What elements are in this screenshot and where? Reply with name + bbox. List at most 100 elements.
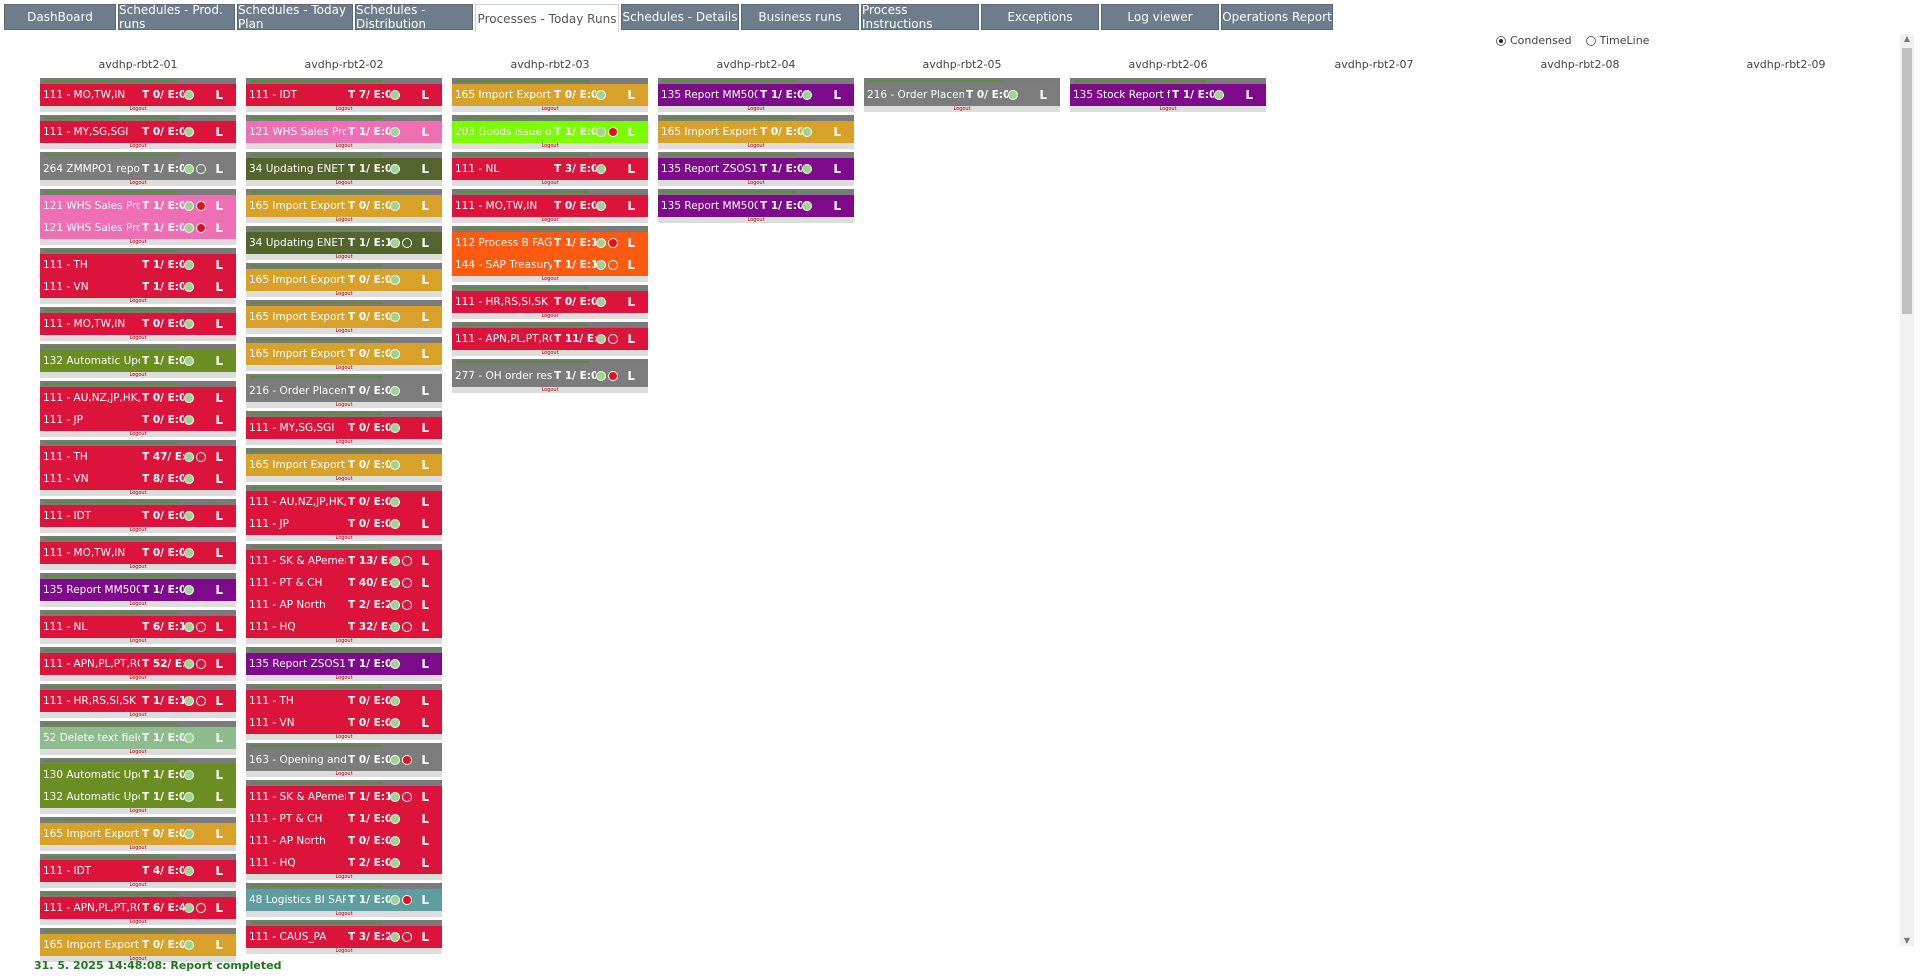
status-ok-icon[interactable] [390,895,400,905]
logout-link[interactable]: Logout [246,328,442,334]
log-button[interactable]: L [421,620,429,634]
scrollbar-thumb[interactable] [1902,48,1912,314]
log-button[interactable]: L [421,384,429,398]
logout-link[interactable]: Logout [246,439,442,445]
log-button[interactable]: L [627,162,635,176]
process-run-row[interactable]: 111 - AP North T 2/ E:2 L [246,594,442,616]
status-ok-icon[interactable] [390,238,400,248]
logout-link[interactable]: Logout [40,882,236,888]
process-run-row[interactable]: 111 - NL T 3/ E:0 L [452,158,648,180]
logout-link[interactable]: Logout [452,106,648,112]
log-button[interactable]: L [421,598,429,612]
log-button[interactable]: L [421,421,429,435]
process-run-row[interactable]: 34 Updating ENET T 1/ E:0 L [246,158,442,180]
status-error-icon[interactable] [608,127,618,137]
logout-link[interactable]: Logout [246,291,442,297]
status-warning-icon[interactable] [402,792,412,802]
status-ok-icon[interactable] [184,415,194,425]
process-run-row[interactable]: 111 - VN T 8/ E:0 L [40,468,236,490]
status-warning-icon[interactable] [196,696,206,706]
status-ok-icon[interactable] [1008,90,1018,100]
log-button[interactable]: L [421,716,429,730]
process-run-row[interactable]: 165 Import Export T 0/ E:0 L [246,306,442,328]
status-warning-icon[interactable] [196,622,206,632]
logout-link[interactable]: Logout [246,365,442,371]
status-ok-icon[interactable] [184,622,194,632]
logout-link[interactable]: Logout [246,402,442,408]
log-button[interactable]: L [215,790,223,804]
logout-link[interactable]: Logout [246,771,442,777]
status-ok-icon[interactable] [390,349,400,359]
process-run-row[interactable]: 111 - IDT T 4/ E:0 L [40,860,236,882]
process-run-row[interactable]: 163 - Opening and T 0/ E:0 L [246,749,442,771]
log-button[interactable]: L [833,199,841,213]
process-run-row[interactable]: 165 Import Export T 0/ E:0 L [246,269,442,291]
process-run-row[interactable]: 111 - AU,NZ,JP,HK,SGT 0/ E:0 L [246,491,442,513]
process-run-row[interactable]: 111 - HR,RS,SI,SK T 0/ E:0 L [452,291,648,313]
status-ok-icon[interactable] [390,622,400,632]
logout-link[interactable]: Logout [40,335,236,341]
log-button[interactable]: L [421,576,429,590]
logout-link[interactable]: Logout [40,527,236,533]
logout-link[interactable]: Logout [40,298,236,304]
status-ok-icon[interactable] [390,312,400,322]
logout-link[interactable]: Logout [246,254,442,260]
process-run-row[interactable]: 132 Automatic UpdateT 1/ E:0 L [40,786,236,808]
process-run-row[interactable]: 264 ZMMPO1 report T 1/ E:0 L [40,158,236,180]
logout-link[interactable]: Logout [246,638,442,644]
tab-schedules-distribution[interactable]: Schedules - Distribution [355,3,473,31]
process-run-row[interactable]: 203 Goods issue of T 1/ E:0 L [452,121,648,143]
status-ok-icon[interactable] [802,164,812,174]
status-ok-icon[interactable] [390,659,400,669]
logout-link[interactable]: Logout [1070,106,1266,112]
process-run-row[interactable]: 34 Updating ENET T 1/ E:1 L [246,232,442,254]
log-button[interactable]: L [215,280,223,294]
status-ok-icon[interactable] [184,452,194,462]
log-button[interactable]: L [215,657,223,671]
process-run-row[interactable]: 111 - MO,TW,IN T 0/ E:0 L [452,195,648,217]
logout-link[interactable]: Logout [40,675,236,681]
log-button[interactable]: L [421,930,429,944]
log-button[interactable]: L [421,694,429,708]
logout-link[interactable]: Logout [246,535,442,541]
log-button[interactable]: L [215,199,223,213]
status-warning-icon[interactable] [196,452,206,462]
logout-link[interactable]: Logout [452,217,648,223]
log-button[interactable]: L [215,472,223,486]
log-button[interactable]: L [421,458,429,472]
log-button[interactable]: L [215,583,223,597]
process-run-row[interactable]: 111 - HR,RS,SI,SK T 1/ E:1 L [40,690,236,712]
status-ok-icon[interactable] [390,556,400,566]
status-ok-icon[interactable] [390,386,400,396]
scroll-up-icon[interactable]: ▲ [1902,34,1912,44]
process-run-row[interactable]: 165 Import Export T 0/ E:0 L [246,454,442,476]
process-run-row[interactable]: 111 - VN T 1/ E:0 L [40,276,236,298]
log-button[interactable]: L [421,273,429,287]
process-run-row[interactable]: 112 Process B FAG T 1/ E:1 L [452,232,648,254]
logout-link[interactable]: Logout [40,712,236,718]
log-button[interactable]: L [1039,88,1047,102]
process-run-row[interactable]: 111 - MO,TW,IN T 0/ E:0 L [40,542,236,564]
status-ok-icon[interactable] [390,932,400,942]
logout-link[interactable]: Logout [40,239,236,245]
process-run-row[interactable]: 165 Import Export T 0/ E:0 L [658,121,854,143]
status-ok-icon[interactable] [184,903,194,913]
status-ok-icon[interactable] [184,696,194,706]
status-ok-icon[interactable] [390,423,400,433]
process-run-row[interactable]: 277 - OH order res T 1/ E:0 L [452,365,648,387]
log-button[interactable]: L [215,768,223,782]
process-run-row[interactable]: 111 - HQ T 32/ E:5 L [246,616,442,638]
logout-link[interactable]: Logout [246,217,442,223]
tab-dashboard[interactable]: DashBoard [4,4,116,30]
process-run-row[interactable]: 48 Logistics BI SAP T 1/ E:0 L [246,889,442,911]
log-button[interactable]: L [421,554,429,568]
process-run-row[interactable]: 111 - JP T 0/ E:0 L [246,513,442,535]
logout-link[interactable]: Logout [40,601,236,607]
vertical-scrollbar[interactable]: ▲ ▼ [1900,34,1914,946]
log-button[interactable]: L [421,812,429,826]
logout-link[interactable]: Logout [658,180,854,186]
tab-process-instructions[interactable]: Process Instructions [861,3,979,31]
log-button[interactable]: L [215,125,223,139]
log-button[interactable]: L [627,236,635,250]
log-button[interactable]: L [1245,88,1253,102]
